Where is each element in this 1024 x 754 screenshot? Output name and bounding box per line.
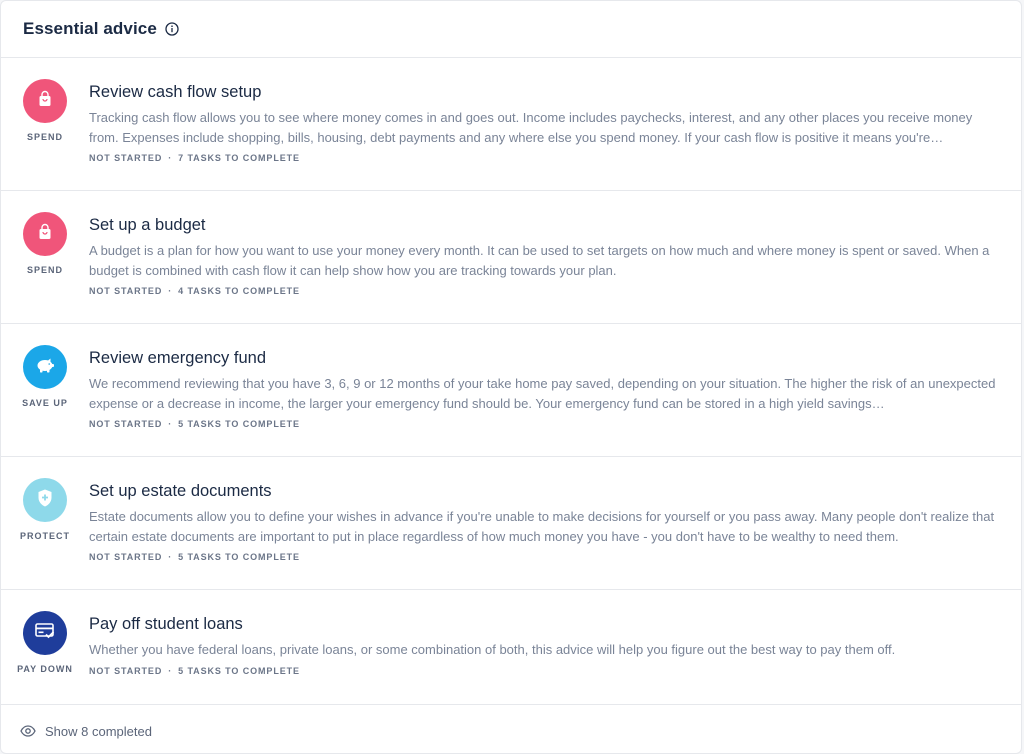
category-icon-circle bbox=[23, 212, 67, 256]
separator-dot: · bbox=[168, 552, 173, 562]
show-completed-button[interactable]: Show 8 completed bbox=[1, 705, 1021, 753]
advice-title[interactable]: Pay off student loans bbox=[89, 614, 1001, 634]
advice-meta: NOT STARTED · 4 TASKS TO COMPLETE bbox=[89, 286, 1001, 296]
eye-icon bbox=[19, 722, 37, 740]
advice-meta: NOT STARTED · 7 TASKS TO COMPLETE bbox=[89, 153, 1001, 163]
task-count: 5 TASKS TO COMPLETE bbox=[178, 419, 300, 429]
piggy-bank-icon bbox=[34, 356, 56, 379]
category-icon-circle bbox=[23, 478, 67, 522]
shopping-bag-icon bbox=[36, 223, 54, 246]
category-badge: PAY DOWN bbox=[11, 611, 79, 674]
advice-meta: NOT STARTED · 5 TASKS TO COMPLETE bbox=[89, 419, 1001, 429]
advice-item[interactable]: PAY DOWN Pay off student loans Whether y… bbox=[1, 590, 1021, 705]
advice-meta: NOT STARTED · 5 TASKS TO COMPLETE bbox=[89, 552, 1001, 562]
advice-item[interactable]: PROTECT Set up estate documents Estate d… bbox=[1, 457, 1021, 590]
task-count: 5 TASKS TO COMPLETE bbox=[178, 552, 300, 562]
category-icon-circle bbox=[23, 345, 67, 389]
advice-description: We recommend reviewing that you have 3, … bbox=[89, 376, 996, 411]
advice-title[interactable]: Set up a budget bbox=[89, 215, 1001, 235]
info-icon[interactable] bbox=[164, 21, 180, 37]
separator-dot: · bbox=[168, 665, 173, 676]
status-label: NOT STARTED bbox=[89, 552, 163, 562]
status-label: NOT STARTED bbox=[89, 153, 163, 163]
advice-meta: NOT STARTED · 5 TASKS TO COMPLETE bbox=[89, 666, 1001, 676]
category-label: SPEND bbox=[26, 132, 63, 142]
advice-item[interactable]: SPEND Set up a budget A budget is a plan… bbox=[1, 191, 1021, 324]
advice-title[interactable]: Review cash flow setup bbox=[89, 82, 1001, 102]
category-label: PAY DOWN bbox=[17, 664, 73, 674]
category-badge: SPEND bbox=[11, 79, 79, 142]
status-label: NOT STARTED bbox=[89, 419, 163, 429]
status-label: NOT STARTED bbox=[89, 286, 163, 296]
card-header: Essential advice bbox=[1, 1, 1021, 58]
advice-title[interactable]: Set up estate documents bbox=[89, 481, 1001, 501]
category-label: SAVE UP bbox=[22, 398, 68, 408]
advice-description: Tracking cash flow allows you to see whe… bbox=[89, 110, 973, 145]
advice-description: Whether you have federal loans, private … bbox=[89, 642, 896, 657]
shopping-bag-icon bbox=[36, 90, 54, 113]
category-badge: SPEND bbox=[11, 212, 79, 275]
card-title: Essential advice bbox=[23, 19, 157, 38]
separator-dot: · bbox=[168, 153, 173, 163]
task-count: 7 TASKS TO COMPLETE bbox=[178, 153, 300, 163]
category-label: SPEND bbox=[26, 265, 63, 275]
category-badge: SAVE UP bbox=[11, 345, 79, 408]
task-count: 5 TASKS TO COMPLETE bbox=[178, 665, 300, 676]
category-badge: PROTECT bbox=[11, 478, 79, 541]
essential-advice-card: Essential advice SPEND Review cash flow … bbox=[0, 0, 1022, 754]
advice-item[interactable]: SAVE UP Review emergency fund We recomme… bbox=[1, 324, 1021, 457]
shield-plus-icon bbox=[36, 488, 54, 513]
advice-description: A budget is a plan for how you want to u… bbox=[89, 243, 990, 278]
separator-dot: · bbox=[168, 286, 173, 296]
category-icon-circle bbox=[23, 611, 67, 655]
credit-card-check-icon bbox=[34, 622, 56, 645]
category-label: PROTECT bbox=[19, 531, 70, 541]
status-label: NOT STARTED bbox=[89, 665, 163, 676]
advice-title[interactable]: Review emergency fund bbox=[89, 348, 1001, 368]
advice-item[interactable]: SPEND Review cash flow setup Tracking ca… bbox=[1, 58, 1021, 191]
separator-dot: · bbox=[168, 419, 173, 429]
advice-description: Estate documents allow you to define you… bbox=[89, 509, 995, 544]
category-icon-circle bbox=[23, 79, 67, 123]
show-completed-label: Show 8 completed bbox=[45, 723, 152, 739]
task-count: 4 TASKS TO COMPLETE bbox=[178, 286, 300, 296]
